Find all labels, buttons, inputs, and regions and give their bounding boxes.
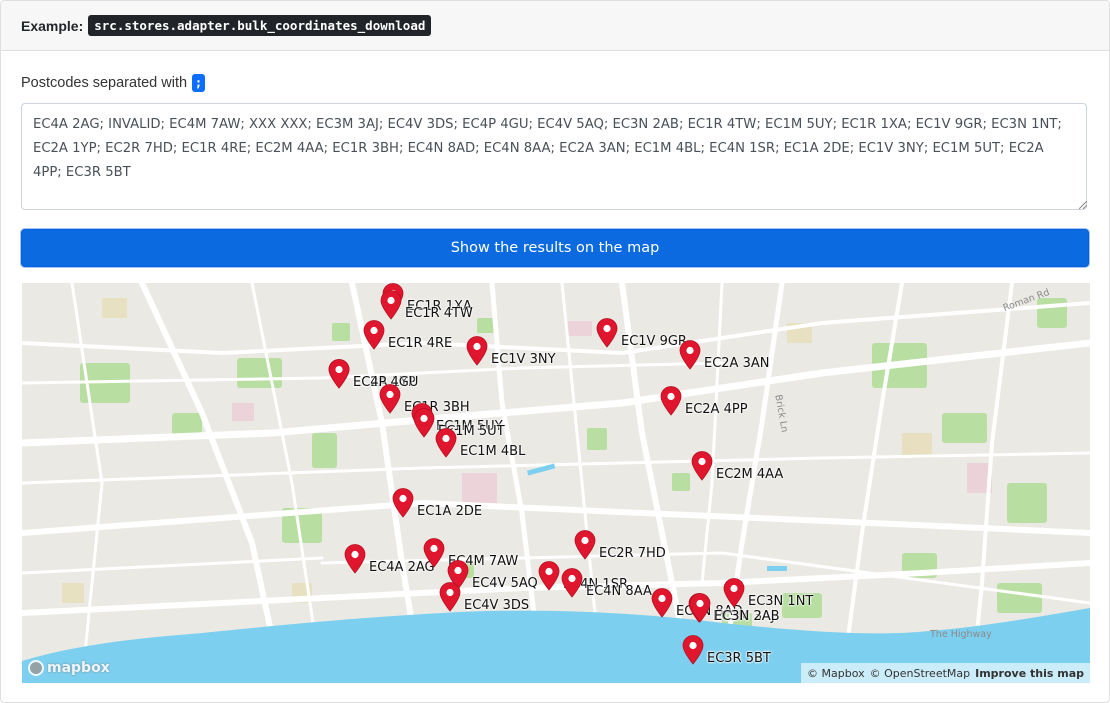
map-pin-icon: [574, 530, 596, 560]
road-label-the-highway: The Highway: [930, 629, 992, 640]
map-pin-icon: [435, 428, 457, 458]
separator-label-row: Postcodes separated with ;: [21, 74, 206, 92]
mapbox-logo-icon: [28, 660, 44, 676]
map-marker-label: EC4V 5AQ: [472, 576, 538, 591]
map-pin-icon: [538, 561, 560, 591]
map-marker-label: EC1M 4BL: [460, 444, 526, 459]
map-pin-icon: [596, 318, 618, 348]
separator-label: Postcodes separated with: [21, 75, 188, 91]
map-pin-icon: [723, 578, 745, 608]
map-pin-icon: [682, 635, 704, 665]
map-marker-label: EC1A 2DE: [417, 504, 483, 519]
improve-map-link[interactable]: Improve this map: [975, 667, 1084, 680]
map-marker-label: EC2A 3AN: [704, 356, 770, 371]
example-card: Example: src.stores.adapter.bulk_coordin…: [0, 0, 1110, 703]
map-pin-icon: [392, 488, 414, 518]
map-marker-label: EC3N 2AB: [714, 609, 780, 624]
map-pin-icon: [691, 451, 713, 481]
map-marker-label: EC1V 3NY: [491, 352, 556, 367]
map-pin-icon: [660, 386, 682, 416]
example-label: Example:: [21, 17, 84, 34]
map-marker-label: EC1V 9GR: [621, 334, 687, 349]
mapbox-logo-text: mapbox: [47, 660, 110, 676]
map-pin-icon: [344, 544, 366, 574]
map-marker-label: EC2R 7HD: [599, 546, 666, 561]
map-pin-icon: [651, 588, 673, 618]
map-pin-icon: [439, 582, 461, 612]
map-pin-icon: [379, 384, 401, 414]
map-marker-label: EC2A 4PP: [685, 402, 748, 417]
map-pin-icon: [423, 538, 445, 568]
map-pin-icon: [380, 290, 402, 320]
card-header: Example: src.stores.adapter.bulk_coordin…: [1, 1, 1109, 51]
map-marker-label: EC4V 3DS: [464, 598, 530, 613]
postcodes-textarea[interactable]: EC4A 2AG; INVALID; EC4M 7AW; XXX XXX; EC…: [21, 103, 1087, 210]
attribution-mapbox-link[interactable]: © Mapbox: [807, 667, 865, 680]
map-marker-label: EC4N 8AA: [586, 584, 652, 599]
map-attribution: © Mapbox © OpenStreetMap Improve this ma…: [801, 663, 1090, 683]
mapbox-logo[interactable]: mapbox: [28, 660, 110, 676]
map-marker-label: EC2M 4AA: [716, 467, 784, 482]
map-pin-icon: [413, 408, 435, 438]
map-marker-label: EC1R 4TW: [405, 306, 473, 321]
results-map[interactable]: Roman Rd The Highway Brick Ln EC1R 1XA EC…: [22, 283, 1090, 683]
map-marker-label: EC1R 4RE: [388, 336, 453, 351]
map-pin-icon: [328, 359, 350, 389]
map-background: [22, 283, 1090, 683]
map-pin-icon: [689, 593, 711, 623]
map-marker-label: EC3N 1NT: [748, 594, 814, 609]
separator-char-badge: ;: [192, 74, 206, 92]
show-results-button[interactable]: Show the results on the map: [21, 229, 1089, 267]
map-pin-icon: [561, 568, 583, 598]
map-pin-icon: [363, 320, 385, 350]
example-code: src.stores.adapter.bulk_coordinates_down…: [88, 15, 432, 36]
map-marker-label: EC3R 5BT: [707, 651, 771, 666]
attribution-osm-link[interactable]: © OpenStreetMap: [870, 667, 971, 680]
textarea-resize-handle[interactable]: [1079, 201, 1087, 209]
map-pin-icon: [679, 340, 701, 370]
map-pin-icon: [466, 336, 488, 366]
